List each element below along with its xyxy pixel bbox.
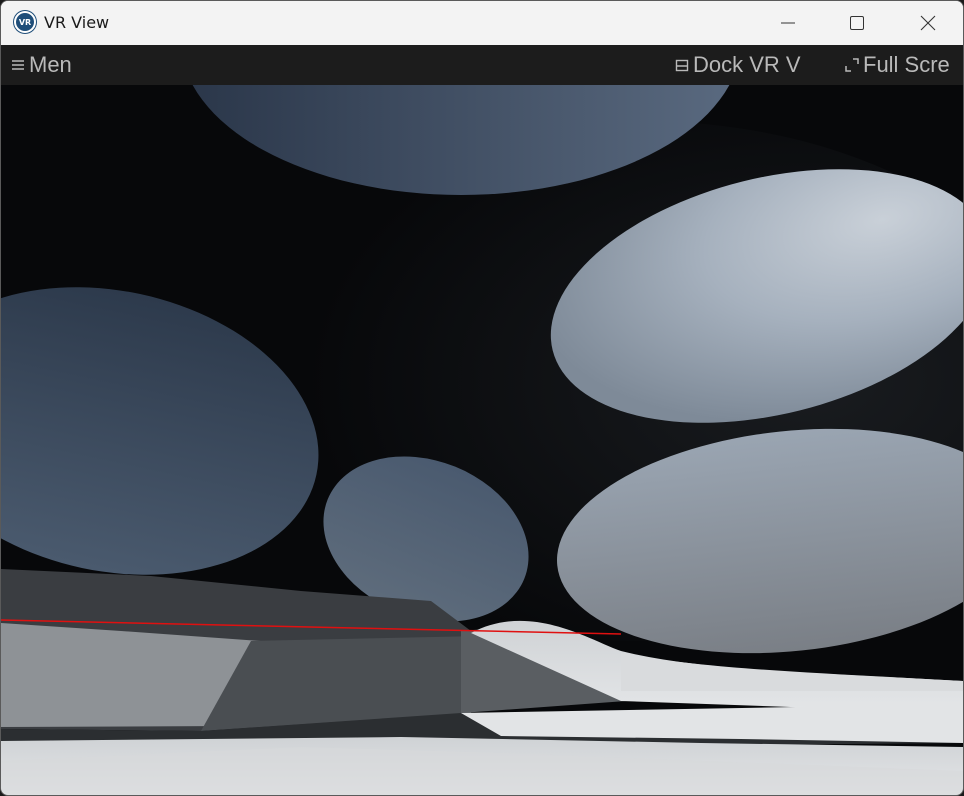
window-title: VR View [44,13,110,32]
menu-button[interactable]: Men [11,45,81,85]
app-icon-text: VR [18,17,32,27]
close-icon [920,15,936,31]
maximize-button[interactable] [834,1,880,45]
close-button[interactable] [905,1,951,45]
fullscreen-icon [845,58,859,72]
vr-view-window: VR VR View Men Dock VR V Full Scre [0,0,964,796]
menu-label: Men [29,52,72,77]
full-screen-button[interactable]: Full Scre [845,45,963,85]
minimize-icon [781,22,795,24]
hamburger-icon [11,58,25,72]
vr-scene-render [1,85,963,795]
minimize-button[interactable] [765,1,811,45]
title-bar[interactable]: VR VR View [1,1,963,45]
fullscreen-label: Full Scre [863,52,950,77]
maximize-icon [850,16,864,30]
dock-vr-view-button[interactable]: Dock VR V [675,45,811,85]
dock-label: Dock VR V [693,52,801,77]
vr-view-toolbar: Men Dock VR V Full Scre [1,45,963,86]
dock-icon [675,58,689,72]
vr-app-icon: VR [14,11,36,33]
vr-scene-viewport[interactable] [1,85,963,795]
